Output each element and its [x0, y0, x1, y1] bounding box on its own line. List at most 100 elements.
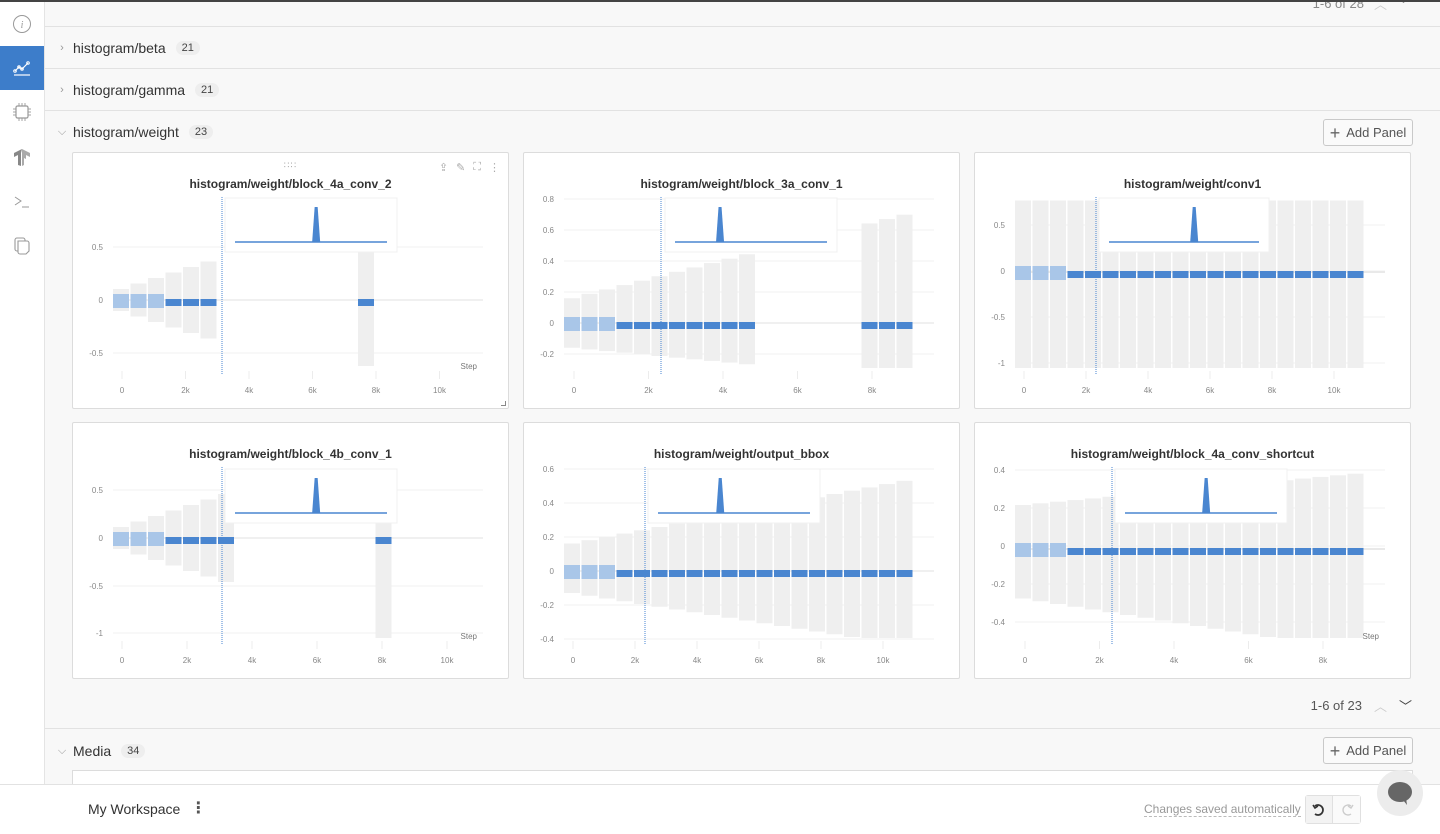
tensorflow-icon — [14, 149, 30, 166]
histogram-density-band — [1172, 548, 1189, 555]
histogram-column — [686, 520, 703, 613]
sidebar-item-model[interactable] — [0, 135, 44, 179]
x-tick-label: 0 — [120, 386, 125, 395]
section-header[interactable]: ⌵ histogram/weight 23 — [57, 124, 214, 140]
histogram-panel[interactable]: 0.8 0.6 0.4 0.2 0 -0.2 0 2k 4k 6k 8k histogram/weig… — [523, 152, 960, 409]
edit-pencil-icon[interactable]: ✎ — [456, 161, 465, 174]
x-axis-label: Step — [1363, 632, 1380, 641]
resize-handle[interactable] — [501, 401, 506, 406]
histogram-panel[interactable]: 0.5 0 -0.5 -1 0 2k 4k 6k 8k 10k histogram/weight/c… — [974, 152, 1411, 409]
histogram-density-band — [756, 570, 773, 577]
add-panel-button[interactable]: + Add Panel — [1323, 737, 1413, 764]
panel-title: histogram/weight/block_4a_conv_2 — [189, 177, 392, 191]
histogram-density-band — [599, 565, 615, 579]
histogram-panel[interactable]: 0.6 0.4 0.2 0 -0.2 -0.4 0 2k 4k 6k 8k 10k histogram/… — [523, 422, 960, 679]
y-tick-label: 0.5 — [994, 221, 1006, 230]
x-tick-label: 2k — [181, 386, 190, 395]
histogram-column — [861, 223, 878, 368]
y-tick-label: 0 — [550, 319, 555, 328]
save-status: Changes saved automatically — [1144, 802, 1301, 817]
redo-button[interactable] — [1333, 796, 1360, 823]
histogram-column — [1032, 200, 1049, 368]
histogram-column — [1050, 200, 1066, 368]
chat-support-button[interactable] — [1377, 770, 1423, 816]
sidebar-item-system[interactable] — [0, 90, 44, 134]
histogram-density-band — [1207, 548, 1224, 555]
files-icon — [14, 237, 30, 255]
histogram-panel[interactable]: 0.5 0 -0.5 -1 0 2k 4k 6k 8k 10k Step histogram/weig… — [72, 422, 509, 679]
panel-title: histogram/weight/block_4b_conv_1 — [189, 447, 392, 461]
workspace-menu[interactable]: My Workspace ⋮ — [88, 801, 206, 818]
histogram-plot: 0.5 0 -0.5 -1 0 2k 4k 6k 8k 10k — [991, 197, 1385, 395]
histogram-panel[interactable]: 0.4 0.2 0 -0.2 -0.4 0 2k 4k 6k 8k Step histogram/we… — [974, 422, 1411, 679]
y-tick-label: 0.2 — [543, 533, 555, 542]
sidebar-item-overview[interactable]: i — [0, 2, 44, 46]
x-tick-label: 0 — [572, 386, 577, 395]
section-header[interactable]: › histogram/beta 21 — [57, 40, 200, 56]
drag-handle-icon[interactable]: ∷∷ — [284, 160, 297, 171]
kebab-menu-icon[interactable]: ⋮ — [190, 801, 206, 817]
y-tick-label: -0.2 — [540, 601, 554, 610]
histogram-column — [861, 487, 878, 638]
y-tick-label: -0.5 — [89, 349, 103, 358]
histogram-density-band — [721, 570, 738, 577]
chevron-down-icon[interactable]: ﹀ — [1399, 696, 1412, 715]
histogram-panel[interactable]: 0.5 0 -0.5 0 2k 4k 6k 8k 10k Step histogram/weight… — [72, 152, 509, 409]
x-axis-label: Step — [461, 632, 478, 641]
histogram-column — [704, 263, 720, 361]
histogram-density-band — [375, 537, 392, 544]
sidebar-item-logs[interactable] — [0, 180, 44, 224]
histogram-density-band — [704, 570, 720, 577]
section-histogram-beta: › histogram/beta 21 — [45, 26, 1440, 68]
share-icon[interactable]: ⇪ — [439, 161, 448, 174]
sidebar-item-files[interactable] — [0, 224, 44, 268]
y-tick-label: -0.5 — [991, 313, 1005, 322]
histogram-column — [879, 219, 895, 368]
section-header[interactable]: › histogram/gamma 21 — [57, 82, 220, 98]
histogram-density-band — [564, 317, 580, 331]
histogram-density-band — [1120, 548, 1136, 555]
add-panel-label: Add Panel — [1346, 743, 1407, 758]
x-tick-label: 0 — [120, 656, 125, 665]
section-header[interactable]: ⌵ Media 34 — [57, 743, 146, 759]
more-vertical-icon[interactable]: ⋮ — [489, 161, 500, 174]
histogram-plot: 0.6 0.4 0.2 0 -0.2 -0.4 0 2k 4k 6k 8k 10k — [540, 465, 934, 665]
workspace-main: 1-6 of 28 ︿ ﹀ › histogram/beta 21 › hist… — [45, 0, 1440, 784]
histogram-density-band — [1330, 548, 1346, 555]
add-panel-button[interactable]: + Add Panel — [1323, 119, 1413, 146]
histogram-density-band — [130, 294, 147, 308]
histogram-density-band — [1312, 548, 1329, 555]
histogram-density-band — [1277, 271, 1294, 278]
distribution-tooltip — [664, 197, 838, 253]
x-tick-label: 4k — [248, 656, 257, 665]
fullscreen-icon[interactable]: ⛶ — [473, 161, 481, 174]
histogram-plot: 0.4 0.2 0 -0.2 -0.4 0 2k 4k 6k 8k Step — [991, 466, 1385, 665]
histogram-density-band — [1260, 271, 1276, 278]
histogram-density-band — [879, 322, 895, 329]
x-tick-label: 8k — [817, 656, 826, 665]
distribution-tooltip — [1114, 468, 1288, 524]
y-tick-label: 0.8 — [543, 195, 555, 204]
histogram-column — [616, 533, 633, 602]
sidebar-item-charts[interactable] — [0, 46, 44, 90]
y-tick-label: -1 — [96, 629, 104, 638]
chart-icon — [13, 61, 30, 76]
y-tick-label: 0.5 — [92, 243, 104, 252]
y-tick-label: 0 — [550, 567, 555, 576]
chevron-up-icon[interactable]: ︿ — [1374, 696, 1387, 715]
histogram-plot: 0.5 0 -0.5 -1 0 2k 4k 6k 8k 10k Step — [89, 467, 483, 665]
histogram-column — [1295, 200, 1311, 368]
x-tick-label: 2k — [644, 386, 653, 395]
x-tick-label: 6k — [1206, 386, 1215, 395]
histogram-column — [879, 484, 895, 638]
x-tick-label: 4k — [719, 386, 728, 395]
undo-button[interactable] — [1306, 796, 1333, 823]
histogram-column — [844, 490, 860, 637]
y-tick-label: 0 — [99, 534, 104, 543]
histogram-density-band — [581, 565, 598, 579]
y-tick-label: 0.4 — [543, 499, 555, 508]
histogram-density-band — [616, 322, 633, 329]
chevron-right-icon: › — [60, 42, 64, 54]
histogram-column — [1277, 200, 1294, 368]
distribution-tooltip — [224, 468, 398, 524]
